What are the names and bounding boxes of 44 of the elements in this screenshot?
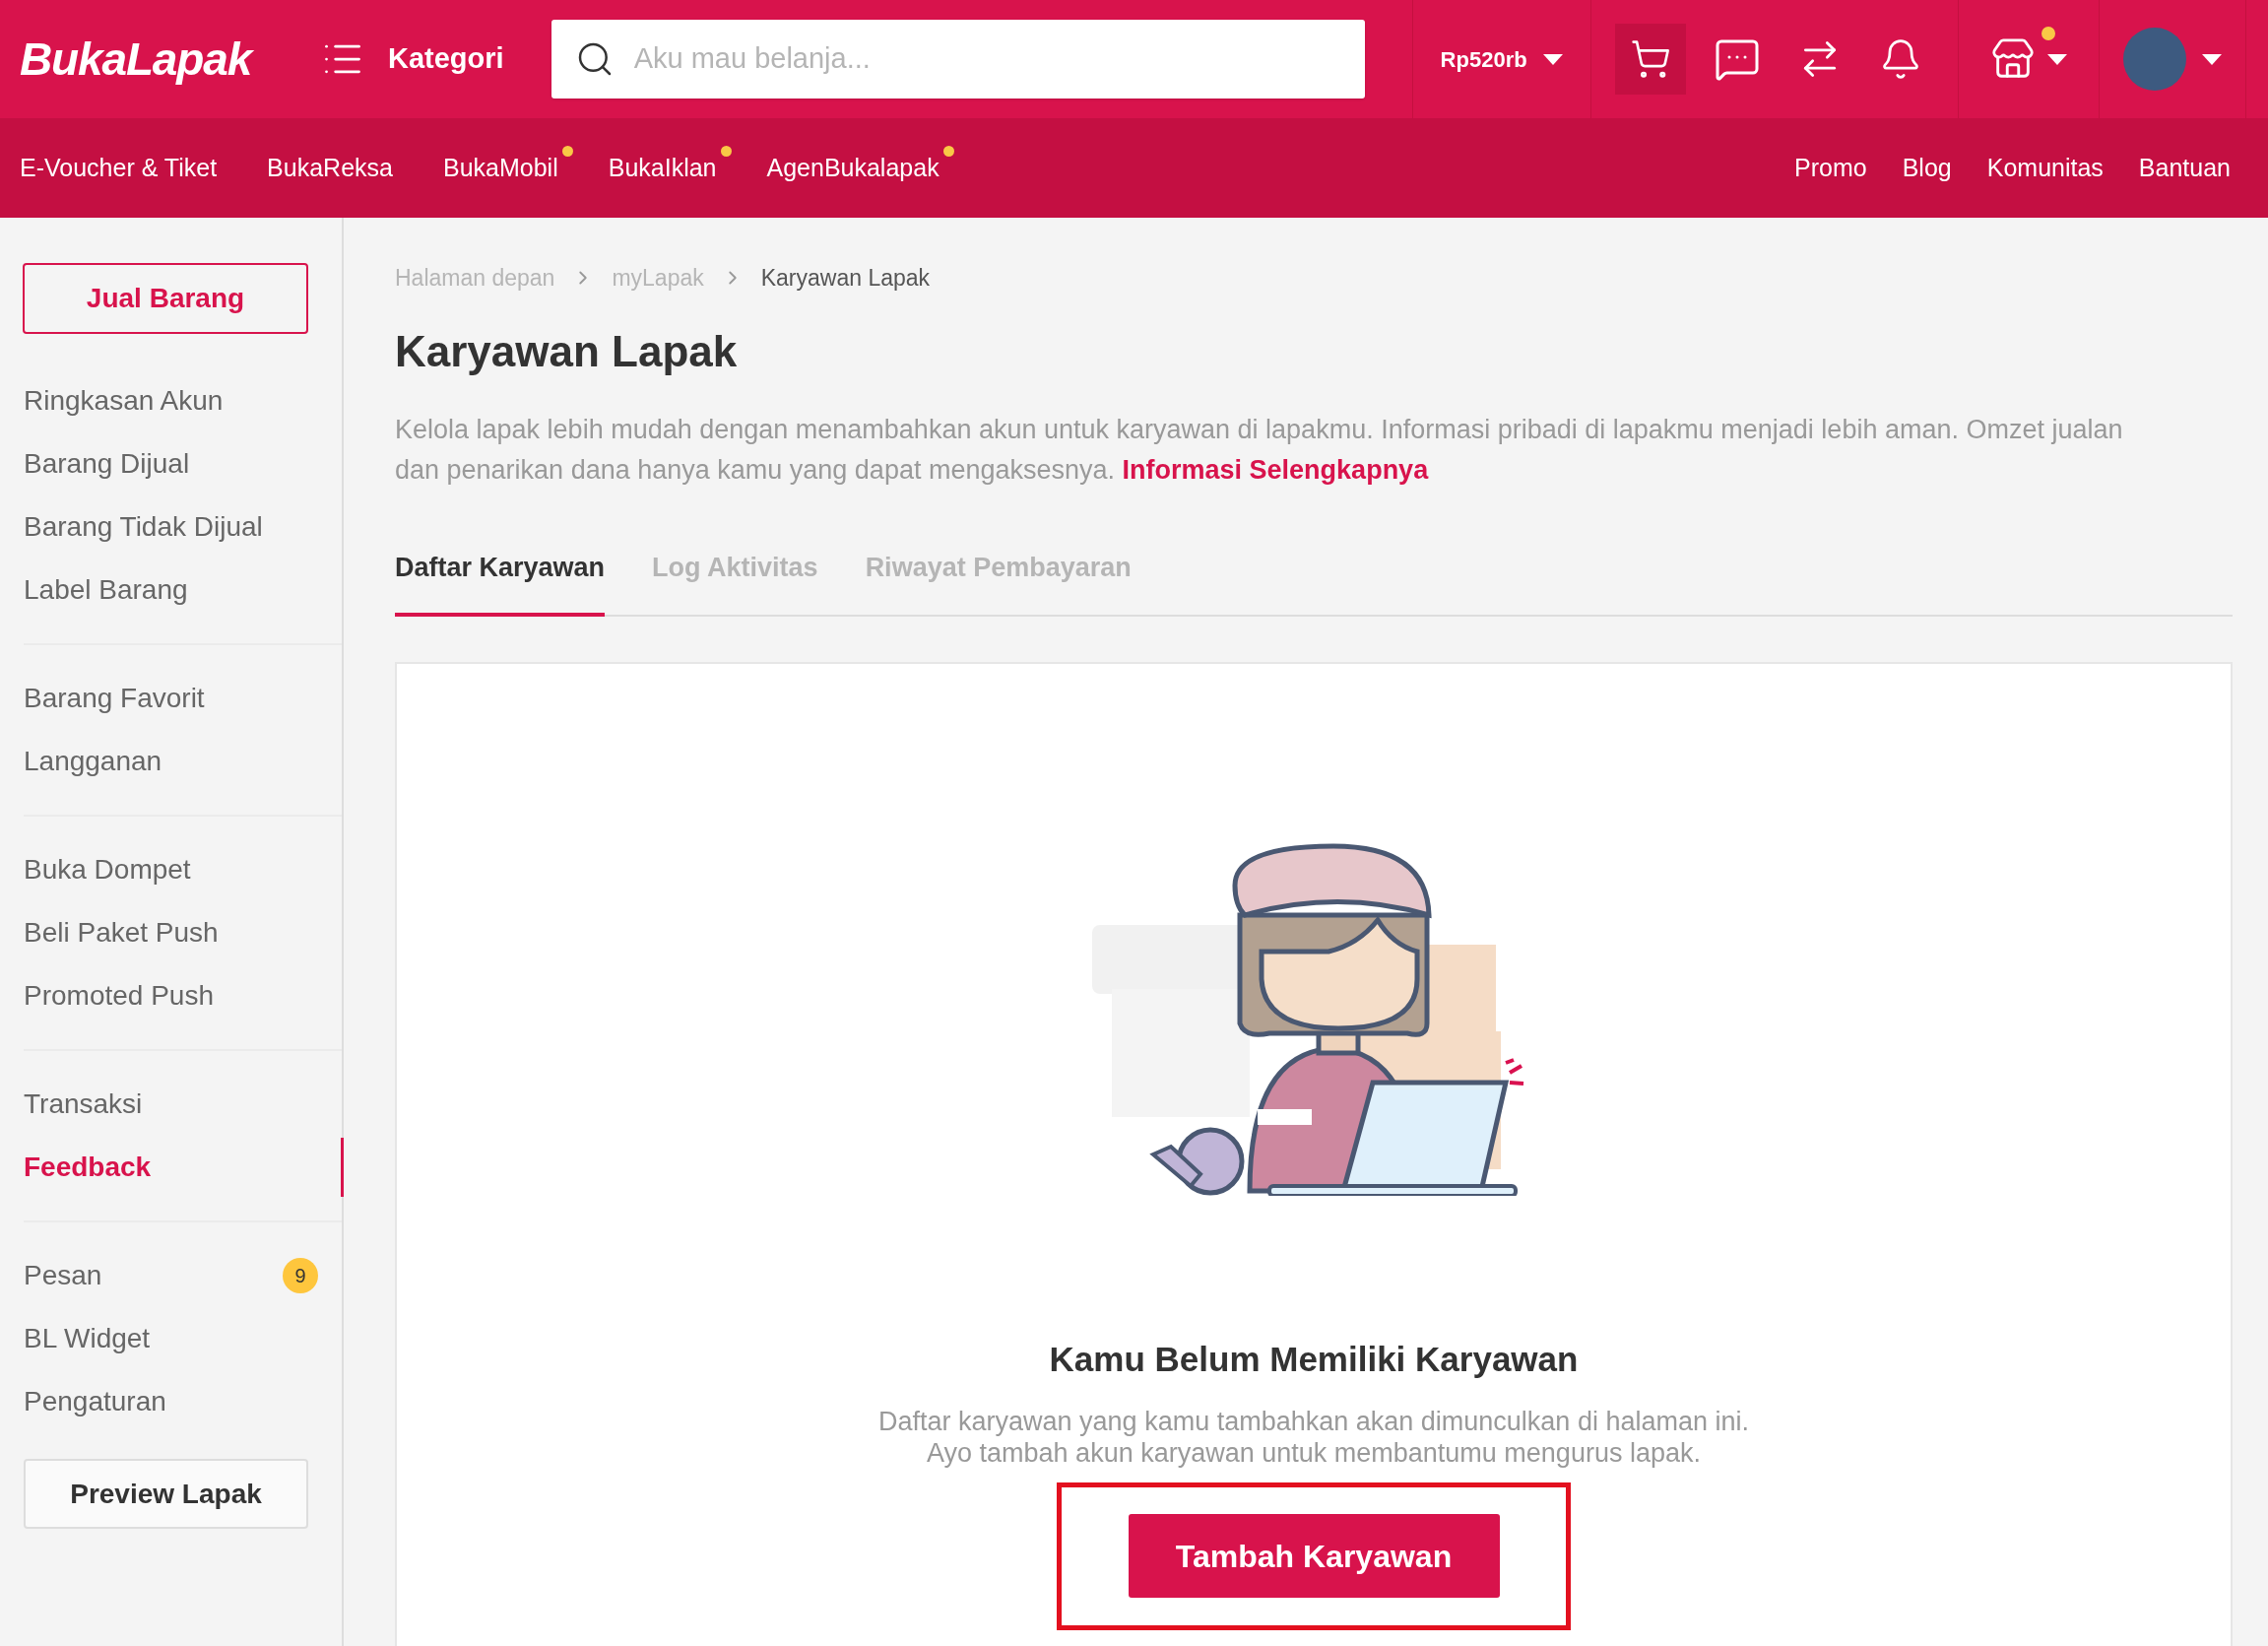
- search-input[interactable]: Aku mau belanja...: [633, 37, 1341, 81]
- sidebar-item[interactable]: Label Barang: [24, 569, 188, 611]
- sidebar-item[interactable]: BL Widget: [24, 1318, 151, 1359]
- nav-link[interactable]: E-Voucher & Tiket: [20, 149, 218, 187]
- nav-link[interactable]: Promo: [1794, 149, 1867, 187]
- cart-icon[interactable]: [1614, 24, 1686, 95]
- nav-link[interactable]: BukaMobil: [442, 149, 558, 187]
- caret-icon: [2046, 53, 2067, 65]
- sidebar-item[interactable]: Feedback: [24, 1147, 152, 1188]
- description-text: Kelola lapak lebih mudah dengan menambahkan akun untuk karyawan di lapakmu. Informasi pribadi di lapakmu menjadi lebih aman. Omzet jualan dan penarikan dana hanya kamu yang dapat mengaksesnya. Informasi Selengkapnya: [395, 413, 2124, 487]
- sidebar-item[interactable]: Langganan: [24, 741, 162, 782]
- sidebar-item[interactable]: Barang Favorit: [24, 678, 205, 719]
- nav-link[interactable]: BukaReksa: [267, 149, 393, 187]
- tab[interactable]: Daftar Karyawan: [395, 547, 606, 617]
- nav-link[interactable]: BukaIklan: [608, 149, 717, 187]
- sidebar-item[interactable]: Barang Dijual: [24, 443, 190, 485]
- sidebar-item[interactable]: Ringkasan Akun: [24, 380, 224, 422]
- sell-button[interactable]: Jual Barang: [23, 263, 308, 334]
- category-button[interactable]: Kategori: [321, 37, 504, 81]
- preview-button[interactable]: Preview Lapak: [24, 1459, 308, 1529]
- balance-dropdown[interactable]: Rp520rb: [1412, 0, 1590, 118]
- active-indicator: [341, 1138, 344, 1197]
- nav-link[interactable]: Blog: [1902, 149, 1952, 187]
- nav-link[interactable]: AgenBukalapak: [766, 149, 940, 187]
- sidebar-item[interactable]: Barang Tidak Dijual: [24, 506, 263, 548]
- nav-link[interactable]: Bantuan: [2138, 149, 2231, 187]
- caret-icon: [2201, 53, 2222, 65]
- sidebar-item[interactable]: Pesan: [24, 1255, 102, 1296]
- add-employee-button[interactable]: Tambah Karyawan: [1128, 1514, 1500, 1598]
- count-badge: 9: [283, 1258, 318, 1293]
- nav-link[interactable]: Komunitas: [1986, 149, 2104, 187]
- info-link[interactable]: Informasi Selengkapnya: [1122, 454, 1429, 485]
- search-field[interactable]: Aku mau belanja...: [551, 20, 1365, 99]
- sidebar-item[interactable]: Transaksi: [24, 1084, 143, 1125]
- sidebar-item[interactable]: Pengaturan: [24, 1381, 166, 1422]
- page-title: Karyawan Lapak: [395, 325, 739, 377]
- sidebar-item[interactable]: Buka Dompet: [24, 849, 191, 890]
- empty-state-title: Kamu Belum Memiliki Karyawan: [1049, 1339, 1579, 1380]
- sidebar-item[interactable]: Beli Paket Push: [24, 912, 219, 954]
- breadcrumb-current-page: Karyawan Lapak: [760, 264, 931, 293]
- empty-state-text: Ayo tambah akun karyawan untuk membantumu mengurus lapak.: [927, 1436, 1701, 1469]
- sidebar-item[interactable]: Promoted Push: [24, 975, 214, 1017]
- empty-state-text: Daftar karyawan yang kamu tambahkan akan dimunculkan di halaman ini.: [878, 1405, 1749, 1437]
- caret-icon: [1542, 53, 1563, 65]
